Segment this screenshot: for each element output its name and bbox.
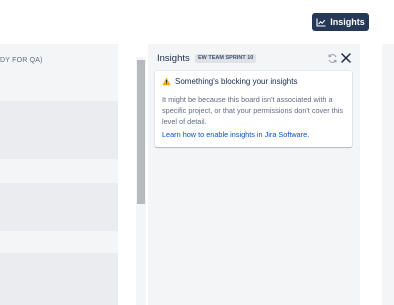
- insights-panel: Insights EW TEAM SPRINT 10 Something's b…: [148, 44, 360, 305]
- issue-card[interactable]: [0, 183, 118, 231]
- insight-message-card: Something's blocking your insights It mi…: [155, 71, 352, 147]
- warning-icon: [162, 77, 171, 86]
- message-body: It might be because this board isn't ass…: [162, 95, 344, 126]
- scrollbar-thumb[interactable]: [137, 60, 145, 204]
- enable-insights-link[interactable]: Learn how to enable insights in Jira Sof…: [162, 130, 309, 139]
- chart-line-icon: [316, 18, 326, 27]
- board-column: DY FOR QA): [0, 44, 118, 305]
- insights-button-label: Insights: [330, 17, 365, 27]
- sprint-badge: EW TEAM SPRINT 10: [195, 54, 257, 63]
- insights-button[interactable]: Insights: [312, 13, 369, 31]
- panel-title: Insights: [157, 53, 190, 64]
- board-view: Insights DY FOR QA) Insights EW TEAM SPR…: [0, 0, 394, 305]
- column-header: DY FOR QA): [0, 57, 43, 64]
- message-title: Something's blocking your insights: [175, 77, 298, 86]
- close-icon[interactable]: [340, 52, 352, 64]
- issue-card[interactable]: [0, 101, 118, 159]
- column-scrollbar[interactable]: [136, 57, 146, 305]
- issue-card[interactable]: [0, 253, 118, 305]
- refresh-icon[interactable]: [327, 53, 338, 64]
- board-column: [382, 44, 394, 305]
